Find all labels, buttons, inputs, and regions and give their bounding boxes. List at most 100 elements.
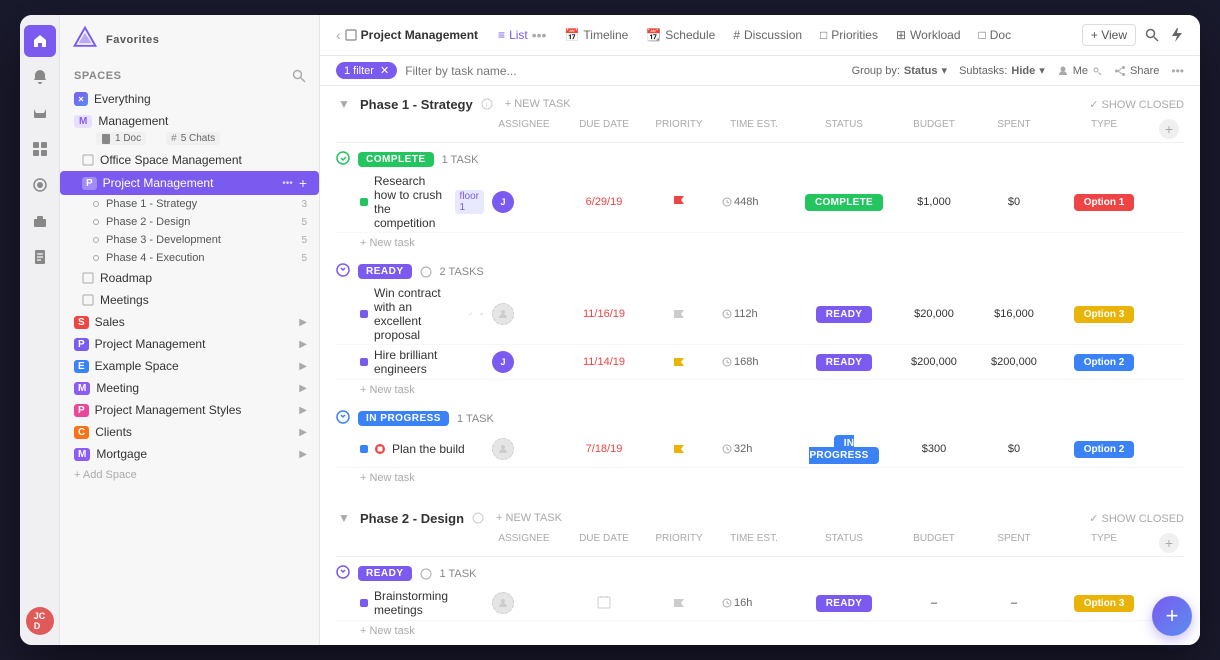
sidebar-item-management[interactable]: M Management: [60, 110, 319, 132]
type-badge[interactable]: Option 3: [1074, 306, 1135, 323]
tab-priorities[interactable]: □ Priorities: [812, 24, 886, 46]
spaces-label: Spaces: [74, 70, 121, 82]
goals-icon[interactable]: [24, 169, 56, 201]
tab-list[interactable]: ≡ List •••: [490, 23, 554, 47]
user-initials[interactable]: JCD: [26, 607, 54, 635]
ready-collapse-btn[interactable]: [336, 263, 350, 280]
home-icon[interactable]: [24, 25, 56, 57]
task-name[interactable]: Hire brilliant engineers: [374, 348, 484, 376]
collapse-sidebar-btn[interactable]: ‹: [336, 27, 341, 43]
task-color-dot: [360, 599, 368, 607]
new-task-after-ready[interactable]: + New task: [336, 380, 1184, 400]
tab-schedule[interactable]: 📆 Schedule: [638, 24, 723, 46]
phase2-show-closed-btn[interactable]: ✓ SHOW CLOSED: [1089, 512, 1184, 525]
pm-add-icon[interactable]: +: [299, 175, 307, 191]
sidebar-item-pm2[interactable]: P Project Management ▶: [60, 333, 319, 355]
group-by-selector[interactable]: Group by: Status ▾: [852, 64, 947, 77]
docs-icon[interactable]: [24, 241, 56, 273]
sidebar-item-phase4[interactable]: Phase 4 - Execution 5: [60, 249, 319, 267]
phase2-ready-collapse[interactable]: [336, 565, 350, 582]
filter-badge[interactable]: 1 filter ✕: [336, 62, 397, 79]
type-badge[interactable]: Option 1: [1074, 194, 1135, 211]
sidebar-item-pm-styles[interactable]: P Project Management Styles ▶: [60, 399, 319, 421]
subtasks-selector[interactable]: Subtasks: Hide ▾: [959, 64, 1045, 77]
clients-chevron: ▶: [299, 427, 307, 438]
assignee-empty[interactable]: [492, 592, 514, 614]
complete-count: 1 TASK: [442, 154, 479, 166]
sidebar-item-meetings[interactable]: Meetings: [60, 289, 319, 311]
complete-collapse-btn[interactable]: [336, 151, 350, 168]
sidebar-item-phase1[interactable]: Phase 1 - Strategy 3: [60, 195, 319, 213]
phase2-new-task-btn[interactable]: + NEW TASK: [496, 512, 562, 524]
task-name[interactable]: Win contract with an excellent proposal: [374, 286, 462, 342]
search-icon[interactable]: [1144, 27, 1160, 43]
type-badge[interactable]: Option 2: [1074, 441, 1135, 458]
everything-icon: [74, 92, 88, 106]
me-filter-btn[interactable]: Me: [1057, 65, 1102, 77]
tab-timeline[interactable]: 📅 Timeline: [556, 24, 636, 46]
assignee-avatar[interactable]: J: [492, 351, 514, 373]
due-date: 6/29/19: [564, 192, 644, 212]
sidebar-item-meeting[interactable]: M Meeting ▶: [60, 377, 319, 399]
sidebar-item-everything[interactable]: Everything: [60, 88, 319, 110]
new-task-after-complete[interactable]: + New task: [336, 233, 1184, 253]
sidebar-item-example-space[interactable]: E Example Space ▶: [60, 355, 319, 377]
briefcase-icon[interactable]: [24, 205, 56, 237]
new-task-phase2-ready[interactable]: + New task: [336, 621, 1184, 641]
sidebar-item-phase3[interactable]: Phase 3 - Development 5: [60, 231, 319, 249]
dashboard-icon[interactable]: [24, 133, 56, 165]
type-badge[interactable]: Option 2: [1074, 354, 1135, 371]
inprogress-collapse-btn[interactable]: [336, 410, 350, 427]
new-task-after-inprogress[interactable]: + New task: [336, 468, 1184, 488]
sidebar-search-icon[interactable]: [291, 68, 307, 84]
table-row: Hire brilliant engineers J 11/14/19 168h: [336, 345, 1184, 380]
sidebar-item-roadmap[interactable]: Roadmap: [60, 267, 319, 289]
content-area: ▼ Phase 1 - Strategy i + NEW TASK ✓ SHOW…: [320, 86, 1200, 645]
table-row: Plan the build 7/18/19: [336, 431, 1184, 468]
logo[interactable]: [72, 25, 98, 54]
add-space-btn[interactable]: + Add Space: [60, 465, 319, 485]
inbox-icon[interactable]: [24, 97, 56, 129]
table-row: Brainstorming meetings: [336, 586, 1184, 621]
tab-workload[interactable]: ⊞ Workload: [888, 24, 969, 46]
edit-icon[interactable]: [468, 308, 473, 320]
calendar-icon: [597, 595, 611, 609]
phase2-collapse-btn[interactable]: ▼: [336, 510, 352, 526]
tab-discussion[interactable]: # Discussion: [725, 24, 810, 46]
add-col-btn-phase2[interactable]: +: [1159, 533, 1179, 553]
add-view-button[interactable]: + View: [1082, 24, 1136, 46]
budget: –: [894, 593, 974, 613]
pm-icon: P: [82, 177, 97, 190]
share-btn[interactable]: Share: [1114, 65, 1159, 77]
list-dots[interactable]: •••: [532, 27, 547, 43]
lightning-icon[interactable]: [1168, 27, 1184, 43]
phase1-collapse-btn[interactable]: ▼: [336, 96, 352, 112]
phase1-new-task-btn[interactable]: + NEW TASK: [505, 98, 571, 110]
assignee-empty[interactable]: [492, 438, 514, 460]
toolbar-more-btn[interactable]: •••: [1171, 64, 1184, 78]
phase1-show-closed-btn[interactable]: ✓ SHOW CLOSED: [1089, 98, 1184, 111]
user-avatar-footer[interactable]: JCD: [26, 607, 54, 635]
task-tag: floor 1: [455, 190, 484, 214]
clients-icon: C: [74, 426, 89, 439]
task-name[interactable]: Research how to crush the competition: [374, 174, 449, 230]
task-color-dot: [360, 358, 368, 366]
sidebar-item-mortgage[interactable]: M Mortgage ▶: [60, 443, 319, 465]
notification-icon[interactable]: [24, 61, 56, 93]
type-badge[interactable]: Option 3: [1074, 595, 1135, 612]
add-col-btn[interactable]: +: [1159, 119, 1179, 139]
sidebar-item-sales[interactable]: S Sales ▶: [60, 311, 319, 333]
task-name[interactable]: Plan the build: [392, 442, 465, 456]
pm-more-icon[interactable]: •••: [282, 178, 293, 189]
sidebar-item-office-space[interactable]: Office Space Management: [60, 149, 319, 171]
filter-input[interactable]: [405, 64, 843, 78]
sidebar-item-clients[interactable]: C Clients ▶: [60, 421, 319, 443]
sidebar-item-phase2[interactable]: Phase 2 - Design 5: [60, 213, 319, 231]
tab-doc[interactable]: □ Doc: [971, 24, 1020, 46]
task-name[interactable]: Brainstorming meetings: [374, 589, 484, 617]
assignee-avatar[interactable]: J: [492, 191, 514, 213]
breadcrumb: Project Management: [345, 28, 478, 42]
sidebar-item-project-management[interactable]: P Project Management ••• +: [60, 171, 319, 195]
filter-clear-btn[interactable]: ✕: [380, 64, 389, 77]
assignee-empty[interactable]: [492, 303, 514, 325]
